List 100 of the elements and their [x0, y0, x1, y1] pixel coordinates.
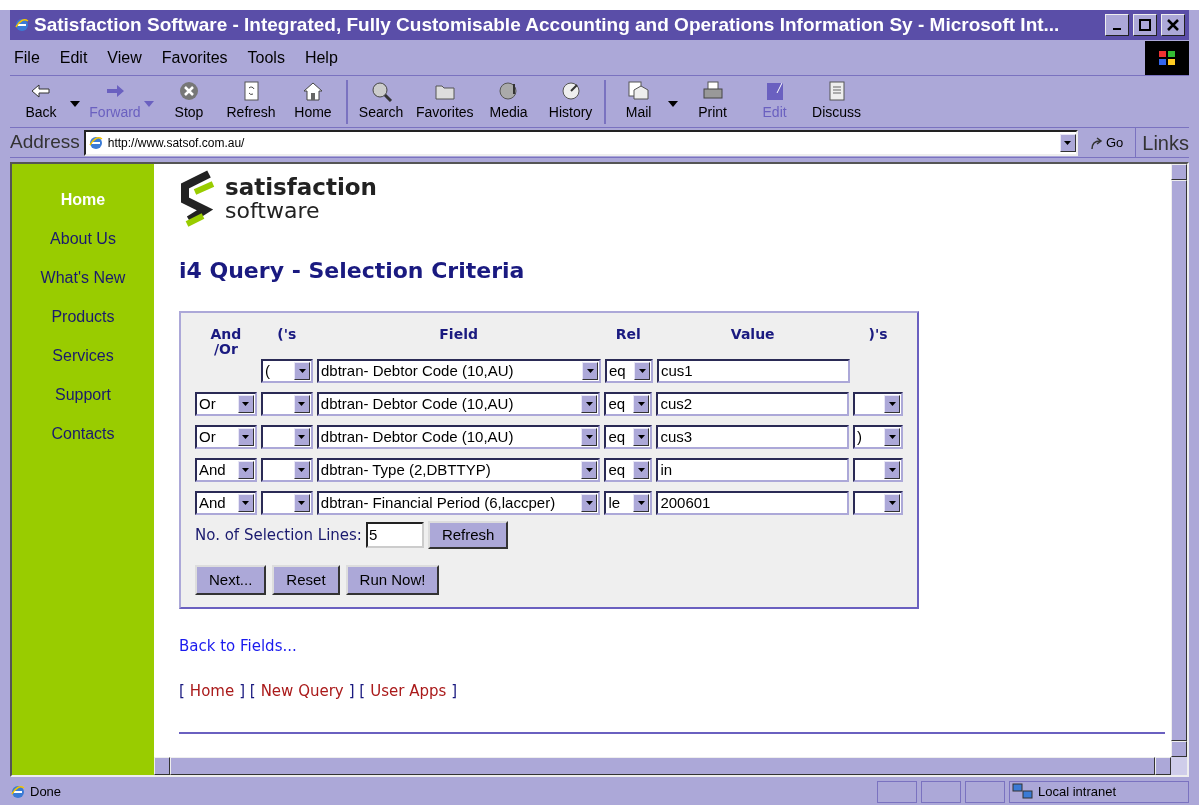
- menu-item[interactable]: File: [14, 45, 40, 70]
- close-button[interactable]: [1161, 14, 1185, 36]
- logo-text: software: [225, 199, 321, 223]
- caret-icon: [637, 468, 645, 472]
- back-link[interactable]: Back to Fields...: [179, 635, 1171, 658]
- column-header: And /Or: [209, 327, 243, 357]
- toolbar-button[interactable]: Discuss: [805, 80, 868, 123]
- home-icon: [301, 80, 325, 102]
- dropdown[interactable]: Or: [195, 425, 257, 449]
- caret-icon: [242, 402, 250, 406]
- form-button[interactable]: Reset: [272, 565, 340, 595]
- horizontal-scrollbar[interactable]: [12, 757, 1171, 775]
- refresh-button[interactable]: Refresh: [427, 521, 509, 549]
- page-heading: i4 Query - Selection Criteria: [179, 257, 526, 285]
- caret-icon: [888, 435, 896, 439]
- dropdown[interactable]: [853, 491, 904, 515]
- sidebar-link[interactable]: About Us: [50, 227, 116, 251]
- toolbar-button[interactable]: Back: [10, 80, 84, 123]
- column-header: ('s: [276, 327, 298, 344]
- toolbar-button[interactable]: History: [539, 80, 602, 123]
- dropdown[interactable]: And: [195, 491, 257, 515]
- caret-icon: [667, 100, 678, 107]
- dropdown[interactable]: [260, 458, 313, 482]
- footer-link[interactable]: New Query: [260, 679, 344, 702]
- maximize-button[interactable]: [1133, 14, 1157, 36]
- dropdown[interactable]: dbtran- Financial Period (6,laccper): [316, 491, 601, 515]
- sidebar-link[interactable]: Contacts: [51, 422, 115, 446]
- toolbar-button[interactable]: Search: [350, 80, 412, 123]
- sidebar-link[interactable]: What's New: [40, 266, 126, 290]
- dropdown[interactable]: dbtran- Debtor Code (10,AU): [316, 392, 601, 416]
- form-button[interactable]: Next...: [195, 565, 267, 595]
- footer-link[interactable]: Home: [189, 679, 235, 702]
- browser-icon: [14, 17, 30, 33]
- page-icon: [87, 134, 104, 151]
- bracket-text: ] [: [239, 680, 256, 702]
- status-pane: [921, 781, 961, 803]
- sidebar-link[interactable]: Support: [54, 383, 111, 407]
- toolbar-button[interactable]: Mail: [607, 80, 682, 123]
- mail-icon: [626, 80, 651, 102]
- menu-item[interactable]: View: [107, 45, 142, 70]
- menu-item[interactable]: Favorites: [161, 45, 228, 70]
- value-field[interactable]: in: [656, 458, 850, 482]
- toolbar-button[interactable]: Stop: [158, 80, 220, 123]
- dropdown[interactable]: le: [604, 491, 653, 515]
- toolbar-button[interactable]: Refresh: [220, 80, 282, 123]
- caret-icon: [585, 501, 593, 505]
- dropdown[interactable]: Or: [195, 392, 257, 416]
- printer-icon: [700, 80, 725, 102]
- menu-item[interactable]: Help: [304, 45, 338, 70]
- value-field[interactable]: cus3: [656, 425, 850, 449]
- bracket-text: ] [: [348, 680, 366, 702]
- caret-icon: [298, 435, 306, 439]
- status-text: Done: [30, 783, 63, 802]
- dropdown[interactable]: [260, 491, 313, 515]
- caret-icon: [637, 435, 645, 439]
- dropdown[interactable]: And: [195, 458, 257, 482]
- go-button[interactable]: Go: [1081, 132, 1132, 153]
- status-pane: [965, 781, 1005, 803]
- dropdown[interactable]: [853, 458, 904, 482]
- caret-icon: [298, 468, 306, 472]
- toolbar-button[interactable]: Home: [282, 80, 344, 123]
- dropdown[interactable]: eq: [604, 392, 653, 416]
- value-field[interactable]: cus2: [656, 392, 850, 416]
- vertical-scrollbar[interactable]: [1171, 164, 1187, 775]
- dropdown[interactable]: (: [261, 359, 313, 383]
- dropdown[interactable]: eq: [604, 458, 653, 482]
- toolbar-button[interactable]: Favorites: [412, 80, 478, 123]
- dropdown[interactable]: [260, 425, 313, 449]
- lines-field[interactable]: 5: [365, 522, 424, 548]
- sidebar-link[interactable]: Products: [51, 305, 115, 329]
- dropdown[interactable]: eq: [604, 425, 653, 449]
- form-button[interactable]: Run Now!: [345, 565, 440, 595]
- status-pane: [877, 781, 917, 803]
- sidebar-link[interactable]: Services: [52, 344, 114, 368]
- dropdown[interactable]: [853, 392, 904, 416]
- menu-item[interactable]: Edit: [59, 45, 88, 70]
- caret-icon: [1064, 140, 1072, 145]
- bracket-text: [: [179, 680, 185, 702]
- dropdown[interactable]: [260, 392, 313, 416]
- menu-item[interactable]: Tools: [247, 45, 285, 70]
- network-icon: [1012, 783, 1034, 801]
- address-field[interactable]: http://www.satsof.com.au/: [83, 129, 1078, 156]
- dropdown[interactable]: dbtran- Debtor Code (10,AU): [317, 359, 601, 383]
- footer-link[interactable]: User Apps: [370, 679, 447, 702]
- dropdown[interactable]: ): [853, 425, 904, 449]
- toolbar-button[interactable]: Media: [477, 80, 540, 123]
- caret-icon: [586, 369, 594, 373]
- dropdown[interactable]: eq: [605, 359, 653, 383]
- value-field[interactable]: 200601: [656, 491, 850, 515]
- toolbar-button[interactable]: Print: [681, 80, 744, 123]
- caret-icon: [144, 100, 154, 107]
- minimize-button[interactable]: [1105, 14, 1129, 36]
- dropdown[interactable]: dbtran- Type (2,DBTTYP): [316, 458, 601, 482]
- caret-icon: [242, 468, 250, 472]
- links-button[interactable]: Links: [1135, 127, 1189, 158]
- dropdown[interactable]: dbtran- Debtor Code (10,AU): [316, 425, 601, 449]
- page-icon: [10, 784, 26, 800]
- value-field[interactable]: cus1: [657, 359, 850, 383]
- caret-icon: [637, 402, 645, 406]
- caret-icon: [888, 402, 896, 406]
